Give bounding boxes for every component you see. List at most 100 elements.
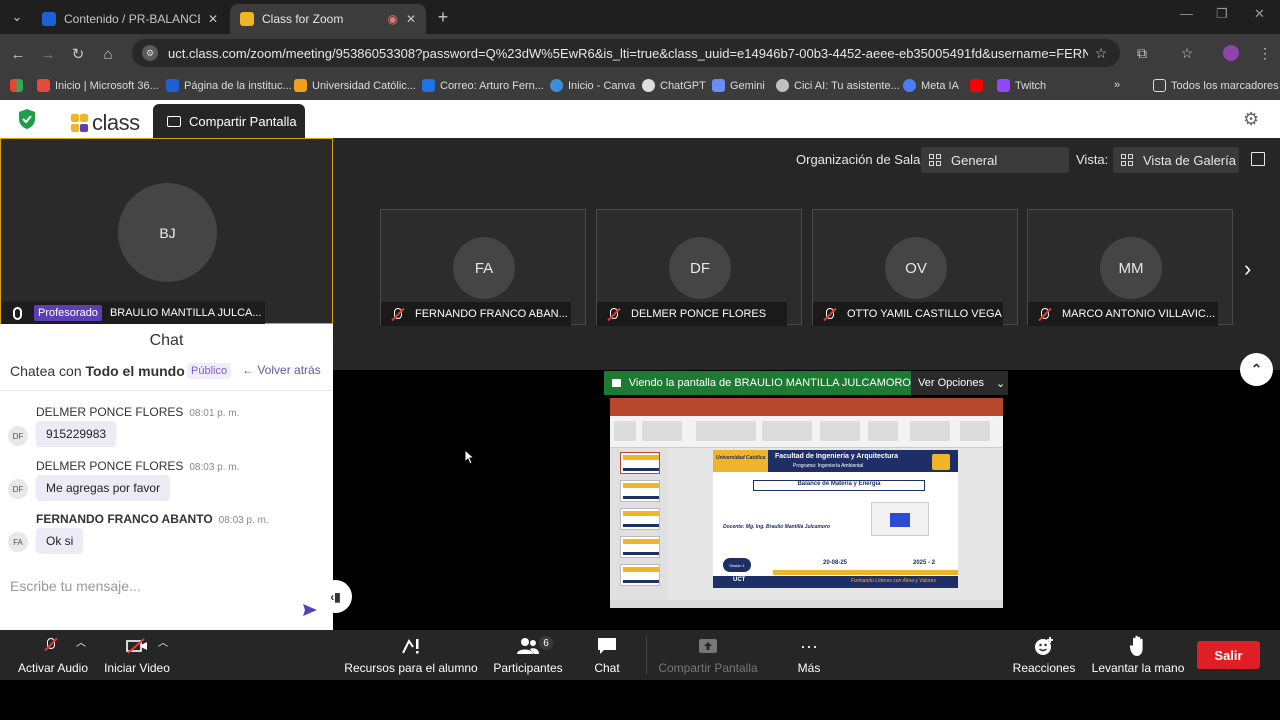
bookmark-chatgpt[interactable]: ChatGPT <box>642 79 706 92</box>
muted-mic-icon <box>823 307 837 321</box>
forward-icon[interactable]: → <box>38 44 58 64</box>
reactions-button[interactable]: Reacciones <box>1013 630 1075 680</box>
participant-tile[interactable]: OV OTTO YAMIL CASTILLO VEGA <box>812 209 1018 326</box>
chat-bubble-icon <box>597 635 617 657</box>
browser-tab-bar: ⌄ Contenido / PR-BALANCE DE M ✕ Class fo… <box>0 0 1280 34</box>
muted-mic-icon <box>391 307 405 321</box>
participant-tile[interactable]: MM MARCO ANTONIO VILLAVIC... <box>1027 209 1233 326</box>
canva-icon <box>550 79 563 92</box>
home-icon[interactable]: ⌂ <box>98 44 118 64</box>
chat-panel: Chat Chatea con Todo el mundo Público ← … <box>0 324 333 630</box>
slide-date: 20-08-25 <box>823 560 848 566</box>
bookmark-twitch[interactable]: Twitch <box>997 79 1046 92</box>
leave-button[interactable]: Salir <box>1197 641 1260 669</box>
bookmark-youtube[interactable] <box>970 79 988 92</box>
bookmark-correo[interactable]: Correo: Arturo Fern... <box>422 79 544 92</box>
share-screen-tab[interactable]: Compartir Pantalla <box>153 104 305 138</box>
restore-icon[interactable]: ❐ <box>1216 6 1228 22</box>
host-video-tile[interactable]: BJ Profesorado BRAULIO MANTILLA JULCA... <box>0 138 333 325</box>
recording-icon: ◉ <box>387 12 398 26</box>
bookmark-microsoft[interactable]: Inicio | Microsoft 36... <box>37 79 159 92</box>
chat-button[interactable]: Chat <box>589 630 625 680</box>
chevron-right-icon[interactable]: › <box>1244 256 1251 282</box>
menu-kebab-icon[interactable]: ⋮ <box>1256 44 1274 62</box>
address-bar-row: ← → ↻ ⌂ ⚙ uct.class.com/zoom/meeting/953… <box>0 34 1280 72</box>
back-icon[interactable]: ← <box>8 44 28 64</box>
view-select[interactable]: Vista de Galería <box>1113 147 1239 173</box>
divider <box>0 390 333 391</box>
more-button[interactable]: ··· Más <box>794 630 824 680</box>
moodle-favicon-icon <box>42 12 56 26</box>
all-bookmarks-folder[interactable]: Todos los marcadores <box>1153 79 1279 92</box>
close-tab-icon[interactable]: ✕ <box>406 12 416 26</box>
gemini-icon <box>712 79 725 92</box>
message-time: 08:03 p. m. <box>189 462 240 473</box>
minimize-icon[interactable]: — <box>1180 6 1193 21</box>
message-time: 08:03 p. m. <box>218 515 269 526</box>
collapse-panel-icon[interactable]: ‹▮ <box>319 580 352 613</box>
back-link[interactable]: ← Volver atrás <box>242 363 321 377</box>
powerpoint-title-bar <box>610 398 1003 408</box>
participants-count-badge: 6 <box>539 636 553 650</box>
slide-thumbnail <box>620 536 660 558</box>
audio-options-caret-icon[interactable]: ︿ <box>76 634 86 649</box>
bookmarks-icon[interactable]: ☆ <box>1178 44 1196 62</box>
extensions-icon[interactable]: ⧉ <box>1133 44 1151 62</box>
resources-icon <box>401 635 421 657</box>
bookmark-canva[interactable]: Inicio - Canva <box>550 79 635 92</box>
tab-title: Contenido / PR-BALANCE DE M <box>64 12 200 26</box>
send-icon[interactable] <box>302 602 318 618</box>
message-author: DELMER PONCE FLORES 08:01 p. m. <box>36 405 240 419</box>
site-info-icon[interactable]: ⚙ <box>142 45 158 61</box>
public-badge: Público <box>187 363 232 379</box>
share-screen-icon <box>698 635 718 657</box>
bookmark-star-icon[interactable]: ☆ <box>1092 44 1110 62</box>
participant-tile[interactable]: FA FERNANDO FRANCO ABAN... <box>380 209 586 326</box>
bookmark-meta[interactable]: Meta IA <box>903 79 959 92</box>
chat-message-input[interactable]: Escribe tu mensaje... <box>10 578 141 594</box>
close-tab-icon[interactable]: ✕ <box>208 12 218 26</box>
bookmark-cici[interactable]: Cici AI: Tu asistente... <box>776 79 900 92</box>
chat-scope: Chatea con Todo el mundo <box>10 363 185 379</box>
share-screen-icon <box>167 115 181 127</box>
more-dots-icon: ··· <box>800 635 818 656</box>
powerpoint-ribbon <box>610 416 1003 448</box>
tab-contenido[interactable]: Contenido / PR-BALANCE DE M ✕ <box>32 4 228 34</box>
participant-tile[interactable]: DF DELMER PONCE FLORES <box>596 209 802 326</box>
view-options-button[interactable]: Ver Opciones ⌄ <box>911 371 1008 395</box>
slide-thumbnail <box>620 480 660 502</box>
share-screen-button[interactable]: Compartir Pantalla <box>658 630 758 680</box>
reload-icon[interactable]: ↻ <box>68 44 88 64</box>
student-resources-button[interactable]: Recursos para el alumno <box>344 630 478 680</box>
new-tab-icon[interactable]: + <box>434 7 452 27</box>
video-options-caret-icon[interactable]: ︿ <box>158 634 168 649</box>
tab-list-chevron-icon[interactable]: ⌄ <box>8 8 26 26</box>
share-screen-label: Compartir Pantalla <box>189 113 297 129</box>
more-bookmarks-icon[interactable]: » <box>1114 79 1120 91</box>
participant-name-bar: FERNANDO FRANCO ABAN... <box>381 302 571 326</box>
avatar: FA <box>8 532 28 552</box>
popout-icon[interactable] <box>1251 152 1265 166</box>
bookmark-institucion[interactable]: Página de la instituc... <box>166 79 292 92</box>
apps-icon[interactable] <box>10 79 28 92</box>
close-window-icon[interactable]: ✕ <box>1254 6 1265 22</box>
url-field[interactable]: ⚙ uct.class.com/zoom/meeting/95386053308… <box>132 39 1120 67</box>
bookmark-universidad[interactable]: Universidad Católic... <box>294 79 416 92</box>
profile-avatar-icon[interactable] <box>1222 44 1240 62</box>
bookmark-gemini[interactable]: Gemini <box>712 79 765 92</box>
shared-screen: Universidad Católica Facultad de Ingenie… <box>610 398 1003 608</box>
avatar: BJ <box>118 183 217 282</box>
room-organization-select[interactable]: General <box>921 147 1069 173</box>
powerpoint-status-bar <box>610 600 1003 608</box>
gear-icon[interactable]: ⚙ <box>1243 109 1259 130</box>
avatar: DF <box>8 479 28 499</box>
class-logo: class <box>70 110 140 136</box>
grid-icon <box>929 154 941 166</box>
slide-university: Universidad Católica <box>716 455 766 461</box>
microphone-icon <box>13 306 22 320</box>
tab-class-for-zoom[interactable]: Class for Zoom ◉ ✕ <box>230 4 426 34</box>
participants-button[interactable]: Participantes <box>493 630 563 680</box>
meeting-toolbar: Activar Audio ︿ Iniciar Video ︿ Recursos… <box>0 630 1280 680</box>
chevron-up-icon[interactable]: ⌃ <box>1240 353 1273 386</box>
raise-hand-button[interactable]: Levantar la mano <box>1092 630 1184 680</box>
